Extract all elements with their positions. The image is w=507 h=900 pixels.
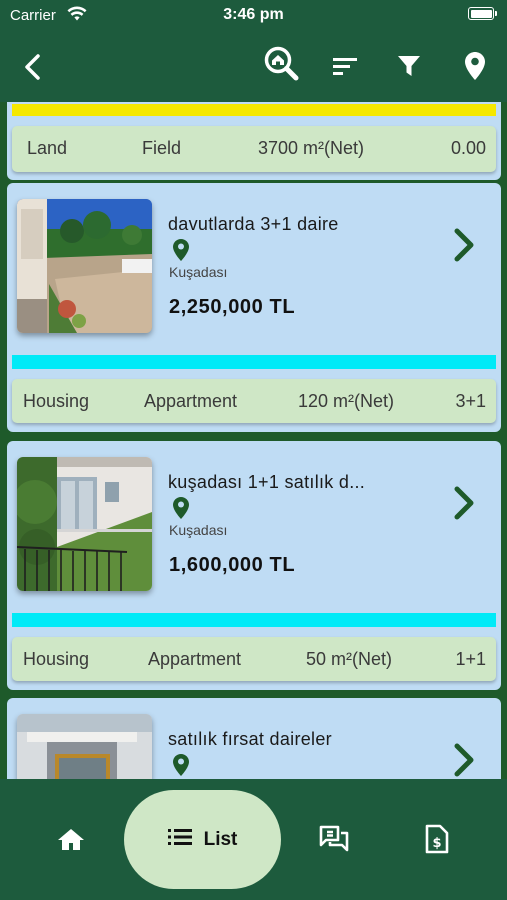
document-price-icon: $ — [425, 824, 449, 859]
listing-card[interactable]: Land Field 3700 m²(Net) 0.00 — [7, 102, 501, 180]
battery-icon — [468, 7, 497, 20]
spec-subtype: Appartment — [144, 391, 238, 411]
category-color-bar — [12, 613, 496, 627]
listing-list[interactable]: Land Field 3700 m²(Net) 0.00 davutlarda … — [0, 102, 507, 779]
spec-type: Land — [27, 138, 68, 158]
filter-icon[interactable] — [392, 49, 426, 83]
back-arrow-icon[interactable] — [14, 49, 50, 85]
house-search-icon[interactable] — [262, 44, 302, 84]
nav-documents[interactable]: $ — [412, 817, 462, 865]
listing-photo — [17, 457, 152, 591]
status-bar: Carrier 3:46 pm — [0, 0, 507, 32]
nav-home[interactable] — [46, 819, 96, 863]
location-pin-icon[interactable] — [458, 47, 492, 85]
listing-location: Kuşadası — [169, 522, 228, 538]
listing-price: 1,600,000 TL — [169, 554, 296, 576]
nav-messages[interactable] — [309, 819, 359, 863]
spec-subtype: Appartment — [148, 649, 242, 669]
list-icon — [167, 828, 192, 851]
sort-icon[interactable] — [328, 49, 362, 83]
app-bar — [0, 32, 507, 102]
listing-card[interactable]: davutlarda 3+1 daire Kuşadası 2,250,000 … — [7, 183, 501, 432]
nav-list[interactable]: List — [124, 790, 281, 889]
listing-card[interactable]: kuşadası 1+1 satılık d... Kuşadası 1,600… — [7, 441, 501, 690]
location-pin-icon — [172, 753, 190, 779]
listing-photo — [17, 199, 152, 333]
nav-list-label: List — [203, 828, 238, 850]
spec-subtype: Field — [142, 138, 182, 158]
chat-icon — [319, 825, 349, 858]
category-color-bar — [12, 355, 496, 369]
listing-location: Kuşadası — [169, 264, 228, 280]
listing-photo — [17, 714, 152, 779]
spec-rooms: 0.00 — [450, 138, 486, 158]
chevron-right-icon[interactable] — [451, 485, 477, 526]
listing-price: 2,250,000 TL — [169, 296, 296, 318]
location-pin-icon — [172, 496, 190, 525]
spec-area: 3700 m²(Net) — [258, 138, 365, 158]
listing-title[interactable]: kuşadası 1+1 satılık d... — [168, 472, 365, 493]
spec-rooms: 3+1 — [455, 391, 486, 411]
home-icon — [57, 827, 85, 856]
bottom-nav: List $ — [0, 779, 507, 900]
listing-title[interactable]: satılık fırsat daireler — [168, 729, 332, 750]
listing-specs: Housing Appartment 50 m²(Net) 1+1 — [12, 637, 496, 681]
spec-area: 120 m²(Net) — [298, 391, 395, 411]
listing-card[interactable]: satılık fırsat daireler — [7, 698, 501, 779]
listing-title[interactable]: davutlarda 3+1 daire — [168, 214, 339, 235]
category-color-bar — [12, 104, 496, 116]
spec-type: Housing — [23, 391, 90, 411]
chevron-right-icon[interactable] — [451, 227, 477, 268]
spec-rooms: 1+1 — [455, 649, 486, 669]
spec-type: Housing — [23, 649, 90, 669]
location-pin-icon — [172, 238, 190, 267]
svg-text:$: $ — [432, 836, 441, 851]
listing-specs: Housing Appartment 120 m²(Net) 3+1 — [12, 379, 496, 423]
chevron-right-icon[interactable] — [451, 742, 477, 779]
listing-specs: Land Field 3700 m²(Net) 0.00 — [12, 126, 496, 172]
clock: 3:46 pm — [223, 6, 284, 23]
spec-area: 50 m²(Net) — [306, 649, 393, 669]
